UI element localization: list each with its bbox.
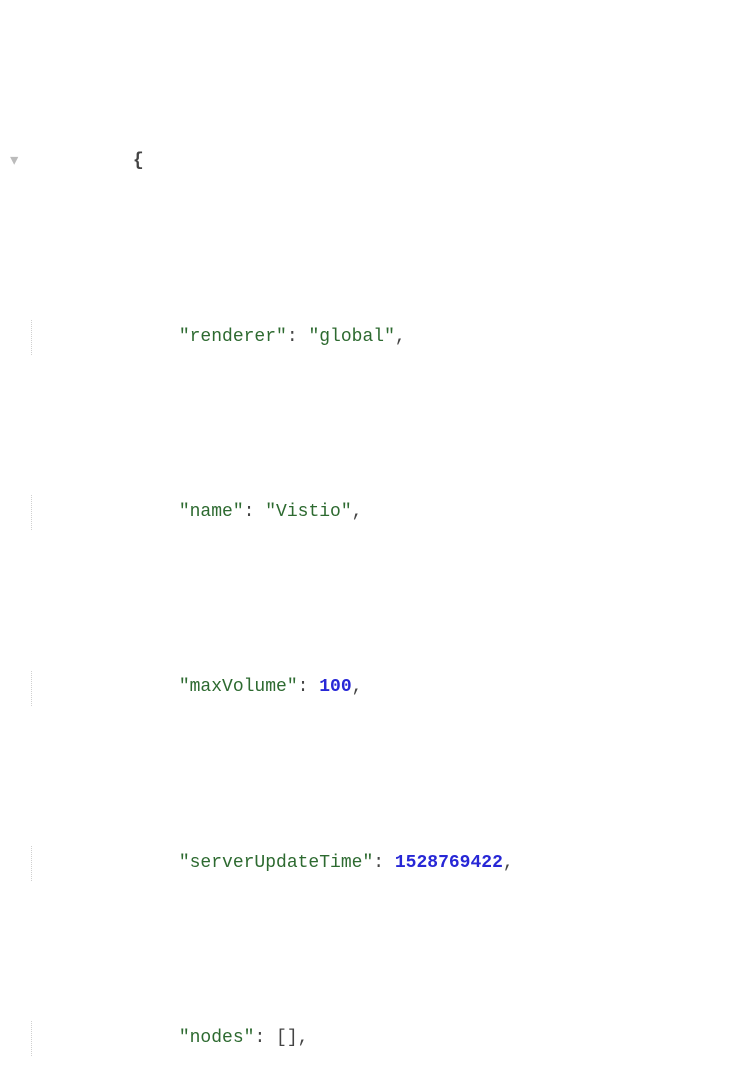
json-number-value: 1528769422 — [395, 853, 503, 873]
json-key: "nodes" — [179, 1028, 255, 1048]
json-line: "maxVolume": 100, — [8, 671, 748, 706]
chevron-down-icon[interactable]: ▼ — [10, 148, 18, 175]
json-empty-array: [] — [276, 1028, 298, 1048]
open-brace: { — [133, 151, 144, 171]
json-key: "name" — [179, 502, 244, 522]
json-tree: ▼ { "renderer": "global", "name": "Visti… — [8, 4, 748, 1088]
json-key: "renderer" — [179, 327, 287, 347]
json-key: "maxVolume" — [179, 677, 298, 697]
json-number-value: 100 — [319, 677, 351, 697]
json-line: "nodes": [], — [8, 1021, 748, 1056]
json-line: ▼ { — [8, 144, 748, 179]
json-string-value: "Vistio" — [265, 502, 351, 522]
json-line: "renderer": "global", — [8, 320, 748, 355]
json-string-value: "global" — [308, 327, 394, 347]
json-line: "serverUpdateTime": 1528769422, — [8, 846, 748, 881]
json-key: "serverUpdateTime" — [179, 853, 373, 873]
json-line: "name": "Vistio", — [8, 495, 748, 530]
